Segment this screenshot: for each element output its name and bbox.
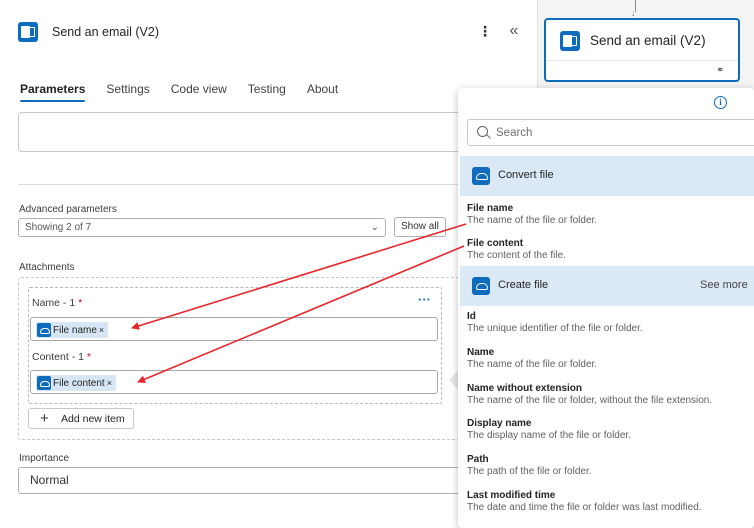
search-input[interactable]: Search xyxy=(467,119,754,146)
plus-icon: + xyxy=(40,410,49,427)
dynamic-item-id[interactable]: Id The unique identifier of the file or … xyxy=(467,311,752,335)
advanced-parameters-dropdown[interactable]: Showing 2 of 7 ⌄ xyxy=(18,218,386,237)
onedrive-icon xyxy=(472,277,490,295)
onedrive-icon xyxy=(472,167,490,185)
importance-dropdown[interactable]: Normal xyxy=(18,467,468,494)
file-name-token[interactable]: File name × xyxy=(36,322,109,338)
importance-label: Importance xyxy=(19,453,70,464)
dynamic-item-file-name[interactable]: File name The name of the file or folder… xyxy=(467,203,752,227)
add-new-item-button[interactable]: + Add new item xyxy=(28,408,134,429)
dynamic-item-display-name[interactable]: Display name The display name of the fil… xyxy=(467,418,752,442)
tab-bar: Parameters Settings Code view Testing Ab… xyxy=(20,80,359,102)
action-card-title: Send an email (V2) xyxy=(590,33,706,48)
collapse-panel-button[interactable]: « xyxy=(506,21,522,41)
tab-code-view[interactable]: Code view xyxy=(171,80,227,102)
onedrive-icon xyxy=(37,323,51,337)
search-icon xyxy=(477,126,488,137)
attachment-more-button[interactable]: ··· xyxy=(418,292,431,307)
info-icon[interactable]: i xyxy=(714,96,727,109)
dynamic-content-popup: i Search Convert file File name The name… xyxy=(458,88,754,528)
link-icon: ⚭ xyxy=(716,65,725,76)
panel-title: Send an email (V2) xyxy=(52,25,160,39)
outlook-icon xyxy=(560,31,580,51)
divider xyxy=(18,184,468,185)
more-options-button[interactable]: ⋮ xyxy=(478,21,492,41)
tab-testing[interactable]: Testing xyxy=(248,80,286,102)
tab-parameters[interactable]: Parameters xyxy=(20,80,86,102)
attachment-content-label: Content - 1 * xyxy=(32,351,91,363)
onedrive-icon xyxy=(37,376,51,390)
outlook-icon xyxy=(18,22,38,42)
attachments-label: Attachments xyxy=(19,262,75,273)
remove-token-button[interactable]: × xyxy=(99,325,104,335)
dynamic-item-last-modified-time[interactable]: Last modified time The date and time the… xyxy=(467,490,752,514)
advanced-parameters-value: Showing 2 of 7 xyxy=(25,222,92,233)
connector-arrow-icon: ↓ xyxy=(631,8,636,18)
dynamic-item-name[interactable]: Name The name of the file or folder. xyxy=(467,347,752,371)
dynamic-item-name-without-extension[interactable]: Name without extension The name of the f… xyxy=(467,383,752,407)
see-more-link[interactable]: See more xyxy=(700,279,748,291)
panel-header: Send an email (V2) ⋮ « xyxy=(0,0,538,60)
remove-token-button[interactable]: × xyxy=(107,378,112,388)
show-all-button[interactable]: Show all xyxy=(394,217,446,237)
section-create-file[interactable]: Create file See more xyxy=(460,266,754,306)
divider xyxy=(546,60,738,61)
tab-about[interactable]: About xyxy=(307,80,338,102)
attachment-name-label: Name - 1 * xyxy=(32,297,83,309)
required-marker: * xyxy=(78,297,83,309)
chevron-down-icon: ⌄ xyxy=(370,222,379,233)
dynamic-item-file-content[interactable]: File content The content of the file. xyxy=(467,238,752,262)
advanced-parameters-label: Advanced parameters xyxy=(19,204,117,215)
body-editor[interactable] xyxy=(18,112,468,152)
file-content-token[interactable]: File content × xyxy=(36,375,116,391)
attachment-name-field[interactable]: File name × xyxy=(30,317,438,341)
tab-settings[interactable]: Settings xyxy=(106,80,149,102)
section-convert-file[interactable]: Convert file xyxy=(460,156,754,196)
dynamic-item-path[interactable]: Path The path of the file or folder. xyxy=(467,454,752,478)
action-card[interactable]: Send an email (V2) ⚭ xyxy=(544,18,740,82)
attachment-content-field[interactable]: File content × xyxy=(30,370,438,394)
required-marker: * xyxy=(86,351,91,363)
